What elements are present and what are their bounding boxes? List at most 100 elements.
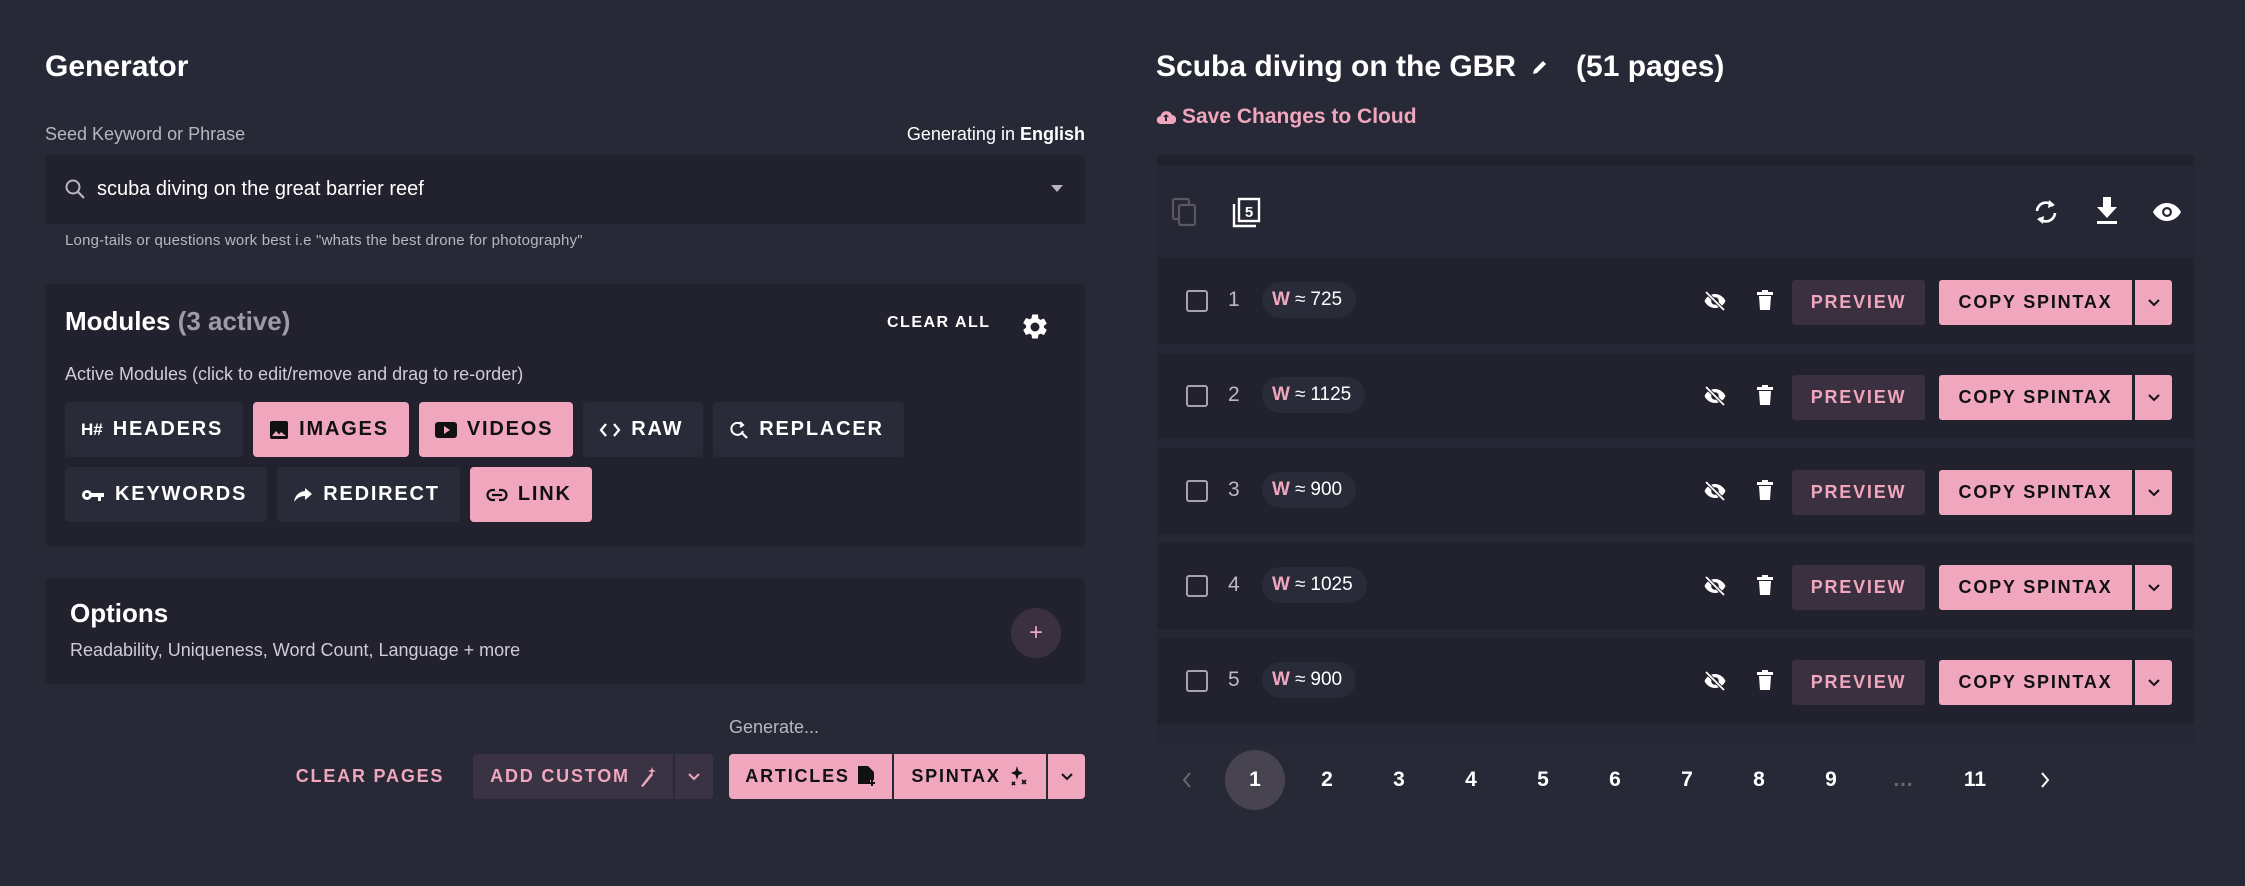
download-icon[interactable] [2095,197,2119,225]
page-number-button[interactable]: 4 [1441,750,1501,810]
module-label: RAW [631,418,684,440]
copy-spintax-button[interactable]: COPY SPINTAX [1939,375,2132,420]
module-label: IMAGES [299,418,389,440]
approx-symbol: ≈ [1294,384,1306,405]
dropdown-caret-icon[interactable] [1051,185,1063,192]
module-link[interactable]: LINK [469,467,592,522]
eye-off-icon[interactable] [1703,386,1727,406]
seed-keyword-input[interactable] [97,155,997,224]
module-headers[interactable]: H# HEADERS [65,402,244,457]
seed-keyword-label: Seed Keyword or Phrase [45,124,246,144]
copy-all-icon[interactable] [1171,197,1199,227]
pagination: 1 2 3 4 5 6 7 8 9 … 11 [1157,748,2194,810]
trash-icon[interactable] [1757,480,1773,500]
page-number-button[interactable]: 3 [1369,750,1429,810]
preview-button[interactable]: PREVIEW [1792,280,1925,325]
row-index: 5 [1228,668,1240,691]
redirect-arrow-icon [293,486,313,504]
chevron-down-icon [2147,583,2160,592]
eye-icon[interactable] [2152,202,2182,222]
copy-options-dropdown[interactable] [2135,660,2172,705]
page-number-button[interactable]: 9 [1801,750,1861,810]
generate-label: Generate... [729,717,820,737]
copy-options-dropdown[interactable] [2135,565,2172,610]
page-number-button[interactable]: 6 [1585,750,1645,810]
generate-articles-button[interactable]: ARTICLES [729,754,892,799]
copy-spintax-button[interactable]: COPY SPINTAX [1939,565,2132,610]
page-number-button[interactable]: 5 [1513,750,1573,810]
modules-title: Modules (3 active) [65,306,290,337]
copy-options-dropdown[interactable] [2135,470,2172,515]
module-images[interactable]: IMAGES [253,402,409,457]
eye-off-icon[interactable] [1703,291,1727,311]
module-redirect[interactable]: REDIRECT [277,467,460,522]
add-custom-dropdown-button[interactable] [675,754,713,799]
results-panel: 5 1 W ≈ 725 PREVIEW COPY SPINTAX 2 W ≈ 1… [1157,155,2194,745]
row-checkbox[interactable] [1186,385,1208,407]
row-checkbox[interactable] [1186,575,1208,597]
select-pages-icon[interactable]: 5 [1231,197,1261,229]
page-number-button[interactable]: 8 [1729,750,1789,810]
chevron-down-icon [2147,678,2160,687]
module-videos[interactable]: VIDEOS [418,402,574,457]
copy-spintax-button[interactable]: COPY SPINTAX [1939,470,2132,515]
chevron-down-icon [2147,393,2160,402]
search-icon [63,177,87,201]
preview-button[interactable]: PREVIEW [1792,470,1925,515]
preview-button[interactable]: PREVIEW [1792,565,1925,610]
add-custom-button[interactable]: ADD CUSTOM [473,754,673,799]
row-checkbox[interactable] [1186,290,1208,312]
next-page-button[interactable] [2015,750,2075,810]
expand-options-button[interactable]: + [1011,608,1061,658]
trash-icon[interactable] [1757,670,1773,690]
copy-spintax-button[interactable]: COPY SPINTAX [1939,280,2132,325]
prev-page-button[interactable] [1157,750,1217,810]
copy-options-dropdown[interactable] [2135,375,2172,420]
eye-off-icon[interactable] [1703,481,1727,501]
trash-icon[interactable] [1757,575,1773,595]
options-card[interactable]: Options Readability, Uniqueness, Word Co… [45,578,1085,684]
seed-keyword-field[interactable] [45,155,1085,224]
clear-all-button[interactable]: CLEAR ALL [887,314,991,332]
page-number-button[interactable]: 1 [1225,750,1285,810]
language-value[interactable]: English [1020,124,1085,144]
copy-spintax-button[interactable]: COPY SPINTAX [1939,660,2132,705]
module-label: REDIRECT [323,483,440,505]
generate-dropdown-button[interactable] [1048,754,1085,799]
save-to-cloud-link[interactable]: Save Changes to Cloud [1156,105,1417,129]
eye-off-icon[interactable] [1703,576,1727,596]
chevron-down-icon [2147,298,2160,307]
module-label: HEADERS [112,418,224,440]
row-checkbox[interactable] [1186,670,1208,692]
edit-pencil-icon[interactable] [1530,57,1550,77]
trash-icon[interactable] [1757,290,1773,310]
preview-button[interactable]: PREVIEW [1792,375,1925,420]
word-count-w: W [1272,384,1290,405]
word-count-badge: W ≈ 725 [1262,282,1357,318]
approx-symbol: ≈ [1294,574,1306,595]
trash-icon[interactable] [1757,385,1773,405]
word-count-value: 1125 [1310,384,1352,405]
page-number-button[interactable]: 7 [1657,750,1717,810]
page-row: 3 W ≈ 900 PREVIEW COPY SPINTAX [1157,448,2194,534]
row-index: 4 [1228,573,1240,596]
page-number-button[interactable]: 2 [1297,750,1357,810]
module-raw[interactable]: RAW [583,402,704,457]
copy-options-dropdown[interactable] [2135,280,2172,325]
results-top-strip [1157,155,2194,165]
eye-off-icon[interactable] [1703,671,1727,691]
gear-icon[interactable] [1020,312,1050,342]
clear-pages-button[interactable]: CLEAR PAGES [290,754,450,799]
generate-spintax-button[interactable]: SPINTAX [894,754,1046,799]
preview-button[interactable]: PREVIEW [1792,660,1925,705]
refresh-icon[interactable] [2033,197,2059,227]
generator-title: Generator [45,50,189,83]
approx-symbol: ≈ [1294,669,1306,690]
page-number-button[interactable]: 11 [1945,750,2005,810]
row-checkbox[interactable] [1186,480,1208,502]
key-icon [81,487,105,503]
module-replacer[interactable]: REPLACER [713,402,904,457]
row-index: 1 [1228,288,1240,311]
module-keywords[interactable]: KEYWORDS [65,467,268,522]
approx-symbol: ≈ [1294,289,1306,310]
